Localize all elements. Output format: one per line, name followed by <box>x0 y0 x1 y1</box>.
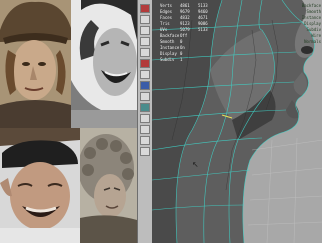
lasso-icon[interactable] <box>140 15 150 24</box>
rotate-icon[interactable] <box>140 37 150 46</box>
layout-four-icon[interactable] <box>140 114 150 123</box>
render-icon[interactable] <box>140 147 150 156</box>
cursor-icon: ↖ <box>192 160 199 169</box>
grid-icon[interactable] <box>140 81 150 90</box>
hud-key: Subdiv <box>160 57 175 62</box>
scale-icon[interactable] <box>140 48 150 57</box>
display-options-list: Backface Smooth Instance Display Subdiv Wire N… <box>295 3 321 45</box>
select-icon[interactable] <box>140 4 150 13</box>
graph-icon[interactable] <box>140 136 150 145</box>
reference-photo-laughing-bw <box>71 0 137 128</box>
layout-single-icon[interactable] <box>140 103 150 112</box>
reference-photo-laughing-cap <box>0 128 80 243</box>
camera-icon[interactable] <box>140 92 150 101</box>
manip-icon[interactable] <box>140 59 150 68</box>
hud-row: Subdiv 1 <box>160 57 216 63</box>
tool-shelf <box>138 0 153 243</box>
last-tool-icon[interactable] <box>140 70 150 79</box>
outliner-icon[interactable] <box>140 125 150 134</box>
bottom-strip <box>0 243 322 247</box>
screen: Verts 4861 5133 Edges 9679 9460 Faces 4832 4671 T… <box>0 0 322 247</box>
poly-count-hud: Verts 4861 5133 Edges 9679 9460 Faces 4832 4671 T… <box>160 3 216 67</box>
move-icon[interactable] <box>140 26 150 35</box>
reference-photo-curly-hair <box>80 128 137 243</box>
display-option-label: Normals <box>304 39 321 44</box>
hud-value: 1 <box>180 57 183 62</box>
3d-viewport[interactable]: Verts 4861 5133 Edges 9679 9460 Faces 4832 4671 T… <box>137 0 322 243</box>
reference-photo-hat-portrait <box>0 0 71 128</box>
